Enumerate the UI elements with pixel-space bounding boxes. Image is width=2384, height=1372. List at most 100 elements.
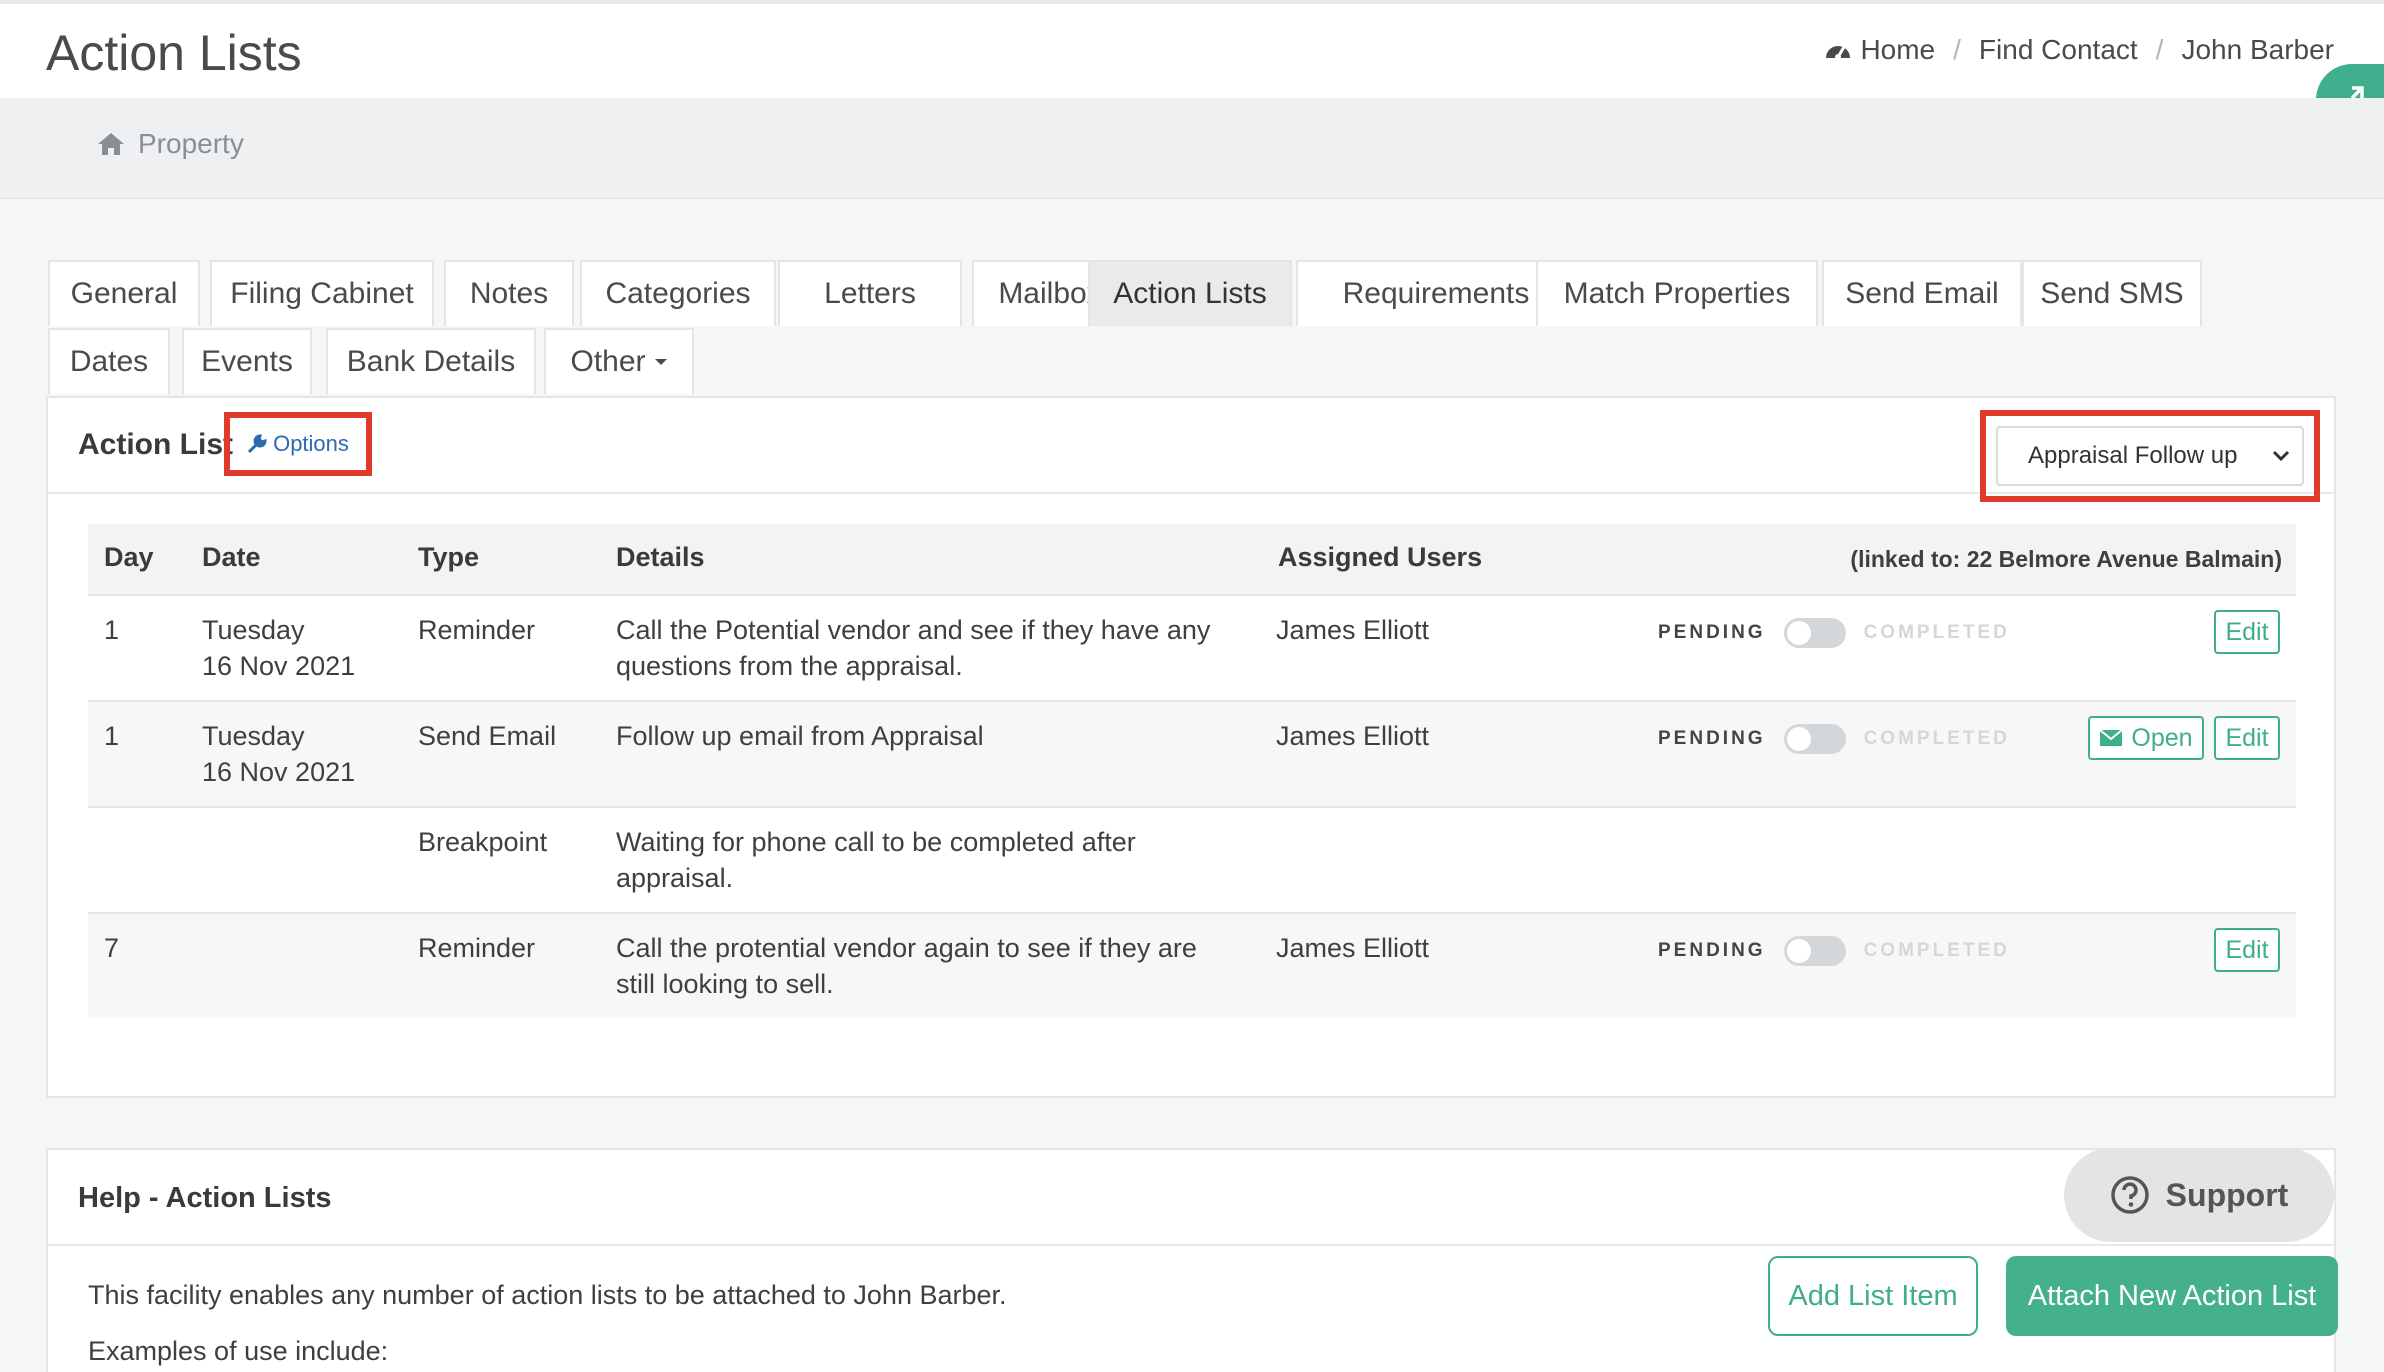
status-completed-label: COMPLETED [1863,622,2010,643]
breadcrumb-home-label: Home [1860,34,1936,65]
breadcrumb-contact-name[interactable]: John Barber [2181,34,2334,66]
status-pending-label: PENDING [1658,622,1766,643]
status-toggle[interactable] [1783,724,1846,754]
question-circle-icon [2110,1176,2149,1214]
tab-general[interactable]: General [48,260,200,326]
status-toggle-group: PENDING COMPLETED [1658,936,2010,966]
options-label: Options [273,431,349,456]
row-details-line: Follow up email from Appraisal [616,721,984,751]
support-label: Support [2165,1176,2289,1213]
column-header-date: Date [202,542,261,572]
column-header-type: Type [418,542,480,572]
breadcrumb-find-contact[interactable]: Find Contact [1979,34,2138,66]
property-link[interactable]: Property [96,128,244,160]
breadcrumb-separator: / [2155,34,2164,65]
help-title: Help - Action Lists [78,1182,332,1214]
table-row: Breakpoint Waiting for phone call to be … [88,806,2296,912]
open-email-button[interactable]: Open [2088,716,2204,760]
edit-button[interactable]: Edit [2214,610,2280,654]
status-pending-label: PENDING [1658,728,1766,749]
tab-action-lists[interactable]: Action Lists [1088,260,1292,326]
page-title: Action Lists [46,25,302,81]
row-date-value: 16 Nov 2021 [202,651,356,681]
breadcrumb-home[interactable]: Home [1824,34,1935,66]
envelope-icon [2099,729,2124,746]
row-details-line: Call the protential vendor again to see … [616,933,1197,963]
edit-button[interactable]: Edit [2214,928,2280,972]
sub-navigation: Property [0,98,2384,199]
row-day: 1 [104,615,120,645]
tab-send-sms[interactable]: Send SMS [2022,260,2202,326]
action-list-title: Action List [78,428,233,461]
tab-requirements[interactable]: Requirements [1296,260,1576,326]
status-toggle-group: PENDING COMPLETED [1658,724,2010,754]
breadcrumb-separator: / [1953,34,1961,65]
column-header-assigned-users: Assigned Users [1278,542,1483,572]
table-row: 1 Tuesday 16 Nov 2021 Reminder Call the … [88,594,2296,700]
row-details-line: still looking to sell. [616,969,834,999]
row-type: Reminder [418,933,536,963]
attach-new-action-list-button[interactable]: Attach New Action List [2006,1256,2338,1336]
row-details: Call the Potential vendor and see if the… [616,612,1210,684]
row-assigned-user: James Elliott [1276,933,1430,963]
row-assigned-user: James Elliott [1276,615,1430,645]
help-description: This facility enables any number of acti… [88,1280,1007,1310]
top-bar: Action Lists Home / Find Contact / John … [0,0,2384,98]
table-row: 7 Reminder Call the protential vendor ag… [88,912,2296,1018]
row-day: 1 [104,721,120,751]
status-toggle[interactable] [1783,936,1846,966]
tab-other-label: Other [570,345,646,378]
row-details-line: Call the Potential vendor and see if the… [616,615,1211,645]
help-panel: Help - Action Lists Support This facilit… [46,1148,2338,1372]
tab-notes[interactable]: Notes [444,260,574,326]
status-completed-label: COMPLETED [1863,728,2010,749]
breadcrumb: Home / Find Contact / John Barber [1824,34,2334,66]
caret-down-icon [654,359,667,365]
column-header-day: Day [104,542,154,572]
table-row: 1 Tuesday 16 Nov 2021 Send Email Follow … [88,700,2296,806]
help-examples-heading: Examples of use include: [88,1336,389,1366]
row-type: Send Email [418,721,557,751]
row-details: Waiting for phone call to be completed a… [616,824,1136,896]
open-label: Open [2131,723,2193,752]
options-button[interactable]: Options [224,412,372,476]
status-pending-label: PENDING [1658,940,1766,961]
row-details-line: appraisal. [616,863,734,893]
row-details: Follow up email from Appraisal [616,718,984,754]
row-details-line: Waiting for phone call to be completed a… [616,827,1136,857]
edit-button[interactable]: Edit [2214,716,2280,760]
tab-filing-cabinet[interactable]: Filing Cabinet [210,260,434,326]
chevron-down-icon [2272,450,2290,462]
action-list-select-highlight: Appraisal Follow up [1980,410,2320,502]
tab-bank-details[interactable]: Bank Details [326,328,536,394]
property-label: Property [138,128,244,159]
table-header: Day Date Type Details Assigned Users (li… [88,524,2296,594]
row-type: Breakpoint [418,827,548,857]
action-list-select[interactable]: Appraisal Follow up [1996,426,2304,486]
column-header-details: Details [616,542,705,572]
row-date: Tuesday 16 Nov 2021 [202,612,355,684]
add-list-item-button[interactable]: Add List Item [1768,1256,1978,1336]
status-completed-label: COMPLETED [1863,940,2010,961]
home-icon [98,133,124,155]
tab-letters[interactable]: Letters [778,260,962,326]
tab-categories[interactable]: Categories [580,260,776,326]
linked-property: (linked to: 22 Belmore Avenue Balmain) [1850,546,2282,572]
row-day: 7 [104,933,120,963]
tab-other[interactable]: Other [544,328,694,394]
status-toggle-group: PENDING COMPLETED [1658,618,2010,648]
status-toggle[interactable] [1783,618,1846,648]
row-date-weekday: Tuesday [202,721,305,751]
action-list-select-value: Appraisal Follow up [2028,442,2238,469]
tab-dates[interactable]: Dates [48,328,170,394]
row-details: Call the protential vendor again to see … [616,930,1197,1002]
tab-send-email[interactable]: Send Email [1822,260,2022,326]
support-button[interactable]: Support [2064,1148,2334,1242]
tab-events[interactable]: Events [182,328,312,394]
row-date-value: 16 Nov 2021 [202,757,356,787]
action-list-panel: Action List Options Appraisal Follow up … [46,396,2336,1098]
tab-match-properties[interactable]: Match Properties [1536,260,1818,326]
row-assigned-user: James Elliott [1276,721,1430,751]
row-date-weekday: Tuesday [202,615,305,645]
row-details-line: questions from the appraisal. [616,651,963,681]
